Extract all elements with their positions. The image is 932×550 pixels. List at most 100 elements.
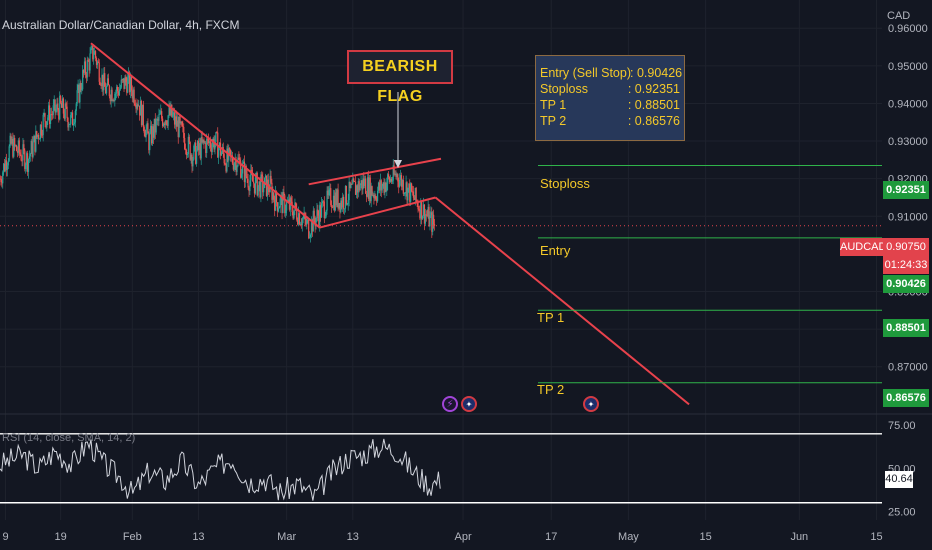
projection-line: [434, 196, 690, 406]
candle-body: [343, 208, 346, 210]
candle-body: [254, 177, 257, 194]
candle-body: [7, 160, 9, 166]
candle-body: [417, 202, 419, 210]
candle-body: [399, 179, 401, 187]
tp2-price-badge: 0.86576: [883, 389, 929, 407]
candle-body: [32, 142, 34, 157]
candle-body: [277, 208, 279, 212]
candle-body: [353, 178, 355, 182]
candle-body: [98, 62, 100, 82]
candle-body: [313, 210, 315, 221]
info-value: : 0.90426: [630, 66, 683, 80]
candle-body: [241, 173, 243, 178]
candle-body: [71, 112, 74, 126]
candle-body: [18, 140, 20, 153]
info-row-tp1: TP 1 : 0.88501: [540, 97, 680, 113]
candle-body: [328, 189, 330, 196]
candle-body: [411, 183, 413, 192]
candle-body: [229, 147, 231, 150]
candle-body: [261, 174, 263, 177]
candle-body: [425, 214, 427, 216]
candle-body: [90, 48, 92, 54]
candle-body: [354, 181, 356, 182]
candle-body: [14, 137, 16, 146]
candle-body: [183, 126, 185, 138]
candle-body: [46, 121, 48, 128]
australia-flag-icon[interactable]: ✦: [461, 396, 477, 412]
candle-body: [172, 114, 174, 117]
candle-body: [415, 187, 417, 201]
candle-body: [94, 51, 97, 58]
candle-body: [249, 180, 251, 192]
candle-body: [66, 106, 68, 119]
info-key: TP 2: [540, 114, 567, 128]
time-tick-label: Feb: [123, 531, 142, 543]
candle-body: [343, 196, 345, 209]
candle-body: [301, 218, 303, 226]
candle-body: [211, 144, 213, 153]
candle-body: [93, 54, 95, 60]
candle-body: [75, 103, 77, 111]
tp1-label[interactable]: TP 1: [537, 310, 564, 325]
time-tick-label: 9: [2, 531, 8, 543]
current-price: 0.90750: [886, 241, 926, 253]
candle-body: [158, 114, 160, 121]
candle-body: [27, 159, 30, 172]
candle-body: [388, 174, 390, 178]
candle-body: [145, 129, 147, 138]
candle-body: [206, 138, 208, 153]
candle-body: [73, 122, 76, 124]
bar-countdown: 01:24:33: [884, 259, 928, 271]
candle-body: [52, 105, 54, 115]
candle-body: [285, 210, 287, 214]
currency-label: CAD: [887, 10, 911, 22]
candle-body: [89, 53, 91, 71]
tp2-label[interactable]: TP 2: [537, 382, 564, 397]
candle-body: [80, 82, 82, 91]
candle-body: [330, 188, 332, 206]
candle-body: [203, 139, 205, 143]
candle-body: [239, 159, 241, 162]
stoploss-label[interactable]: Stoploss: [540, 176, 590, 191]
rsi-value-badge: 40.64: [885, 471, 913, 488]
lightning-icon[interactable]: ⚡: [442, 396, 458, 412]
rsi-polyline: [0, 438, 441, 501]
candle-body: [134, 103, 136, 105]
candle-body: [57, 103, 59, 111]
candle-body: [224, 163, 226, 165]
candle-body: [114, 93, 116, 101]
australia-flag-icon[interactable]: ✦: [583, 396, 599, 412]
tp1-price-badge: 0.88501: [883, 319, 929, 337]
price-chart[interactable]: 0.960000.950000.940000.930000.920000.910…: [0, 0, 932, 550]
entry-label[interactable]: Entry: [540, 243, 570, 258]
candle-body: [320, 203, 323, 218]
candle-body: [81, 89, 83, 91]
candle-body: [155, 119, 157, 133]
time-tick-label: 13: [192, 531, 204, 543]
candle-body: [47, 117, 49, 122]
trade-info-box[interactable]: Entry (Sell Stop) : 0.90426 Stoploss : 0…: [535, 55, 685, 141]
candle-body: [70, 115, 72, 124]
candle-body: [76, 90, 78, 104]
symbol-badge: AUDCAD: [840, 238, 886, 256]
flagpole-line: [90, 42, 321, 229]
candle-body: [125, 77, 127, 82]
candle-body: [238, 157, 240, 160]
candle-body: [371, 186, 373, 196]
candle-body: [296, 209, 298, 220]
candle-body: [192, 159, 194, 167]
candle-body: [44, 113, 46, 122]
candle-body: [223, 154, 225, 164]
candle-body: [167, 115, 169, 126]
info-row-tp2: TP 2 : 0.86576: [540, 113, 680, 129]
candle-body: [42, 114, 44, 136]
candle-body: [65, 103, 67, 107]
candle-body: [331, 205, 333, 208]
candle-body: [323, 201, 325, 219]
candle-body: [325, 210, 327, 217]
candle-body: [386, 183, 388, 192]
candle-body: [184, 149, 187, 151]
flag-top-line: [308, 157, 442, 186]
time-tick-label: Mar: [277, 531, 296, 543]
bearish-flag-label[interactable]: BEARISH FLAG: [347, 50, 453, 105]
